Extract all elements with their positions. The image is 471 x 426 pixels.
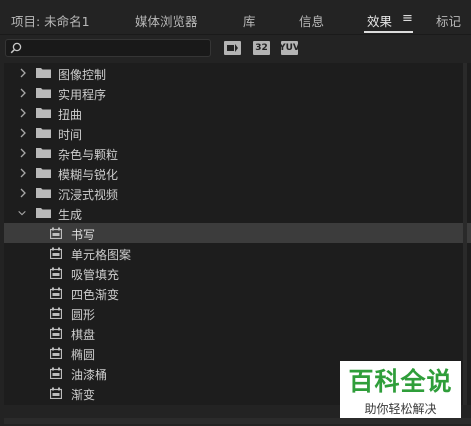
folder-icon xyxy=(36,68,51,78)
watermark-title: 百科全说 xyxy=(348,367,453,396)
vertical-scrollbar[interactable] xyxy=(463,63,467,405)
effect-item[interactable]: 吸管填充 xyxy=(4,263,471,283)
effect-preset-icon xyxy=(50,247,62,259)
effect-preset-icon xyxy=(50,287,62,299)
effects-toolbar: 32 YUV xyxy=(0,35,471,62)
folder-item-expanded[interactable]: 生成 xyxy=(4,203,471,223)
folder-label: 扭曲 xyxy=(58,108,83,122)
effect-item-selected[interactable]: 书写 xyxy=(4,223,471,243)
effect-label: 单元格图案 xyxy=(71,248,132,262)
effect-preset-icon xyxy=(50,387,62,399)
chevron-right-icon[interactable] xyxy=(18,127,28,139)
effect-preset-icon xyxy=(50,307,62,319)
effect-preset-icon xyxy=(50,367,62,379)
chevron-right-icon[interactable] xyxy=(18,107,28,119)
folder-item[interactable]: 时间 xyxy=(4,123,471,143)
panel-tab-bar: 项目: 未命名1 媒体浏览器 库 信息 效果 ≡ 标记 xyxy=(0,0,471,35)
folder-label: 生成 xyxy=(58,208,83,222)
32-bit-icon[interactable]: 32 xyxy=(253,41,270,55)
effect-item[interactable]: 椭圆 xyxy=(4,343,471,363)
tab-effects[interactable]: 效果 xyxy=(367,11,392,30)
chevron-right-icon[interactable] xyxy=(18,147,28,159)
tab-libraries[interactable]: 库 xyxy=(243,11,256,30)
watermark-subtitle: 助你轻松解决 xyxy=(364,401,437,416)
folder-item[interactable]: 模糊与锐化 xyxy=(4,163,471,183)
effects-tree: 图像控制 实用程序 扭曲 时间 杂色与颗粒 模糊与锐化 沉浸式视频 生成 书写 … xyxy=(4,63,471,405)
folder-icon xyxy=(36,128,51,138)
effect-label: 圆形 xyxy=(71,308,96,322)
effect-item[interactable]: 棋盘 xyxy=(4,323,471,343)
panel-menu-icon[interactable]: ≡ xyxy=(402,11,413,26)
folder-item[interactable]: 图像控制 xyxy=(4,63,471,83)
chevron-right-icon[interactable] xyxy=(18,87,28,99)
folder-icon xyxy=(36,208,51,218)
chevron-right-icon[interactable] xyxy=(18,167,28,179)
effect-preset-icon xyxy=(50,227,62,239)
effect-label: 吸管填充 xyxy=(71,268,120,282)
folder-icon xyxy=(36,188,51,198)
active-tab-indicator xyxy=(364,31,413,33)
folder-label: 模糊与锐化 xyxy=(58,168,119,182)
folder-item[interactable]: 扭曲 xyxy=(4,103,471,123)
horizontal-scrollbar[interactable] xyxy=(4,418,471,424)
folder-item[interactable]: 实用程序 xyxy=(4,83,471,103)
search-icon xyxy=(10,42,22,54)
folder-item[interactable]: 杂色与颗粒 xyxy=(4,143,471,163)
effect-label: 渐变 xyxy=(71,388,96,402)
tab-info[interactable]: 信息 xyxy=(299,11,324,30)
effect-item[interactable]: 圆形 xyxy=(4,303,471,323)
effect-preset-icon xyxy=(50,267,62,279)
effect-preset-icon xyxy=(50,327,62,339)
effect-label: 棋盘 xyxy=(71,328,96,342)
search-input[interactable] xyxy=(5,39,211,57)
effect-item[interactable]: 四色渐变 xyxy=(4,283,471,303)
yuv-icon[interactable]: YUV xyxy=(279,41,300,55)
chevron-right-icon[interactable] xyxy=(18,187,28,199)
folder-label: 沉浸式视频 xyxy=(58,188,119,202)
folder-label: 杂色与颗粒 xyxy=(58,148,119,162)
watermark-logo: 百科全说 助你轻松解决 xyxy=(340,361,461,418)
folder-label: 图像控制 xyxy=(58,68,107,82)
folder-icon xyxy=(36,148,51,158)
folder-icon xyxy=(36,108,51,118)
accelerated-effects-glyph xyxy=(227,44,238,52)
accelerated-effects-icon[interactable] xyxy=(224,41,241,55)
chevron-down-icon[interactable] xyxy=(17,207,27,219)
folder-icon xyxy=(36,168,51,178)
effect-preset-icon xyxy=(50,347,62,359)
tab-project[interactable]: 项目: 未命名1 xyxy=(11,11,90,30)
effect-label: 书写 xyxy=(71,228,96,242)
tab-markers[interactable]: 标记 xyxy=(436,11,461,30)
folder-label: 时间 xyxy=(58,128,83,142)
folder-item[interactable]: 沉浸式视频 xyxy=(4,183,471,203)
effect-item[interactable]: 单元格图案 xyxy=(4,243,471,263)
effect-label: 椭圆 xyxy=(71,348,96,362)
tab-media-browser[interactable]: 媒体浏览器 xyxy=(135,11,198,30)
folder-icon xyxy=(36,88,51,98)
chevron-right-icon[interactable] xyxy=(18,67,28,79)
effect-label: 四色渐变 xyxy=(71,288,120,302)
effect-label: 油漆桶 xyxy=(71,368,108,382)
folder-label: 实用程序 xyxy=(58,88,107,102)
